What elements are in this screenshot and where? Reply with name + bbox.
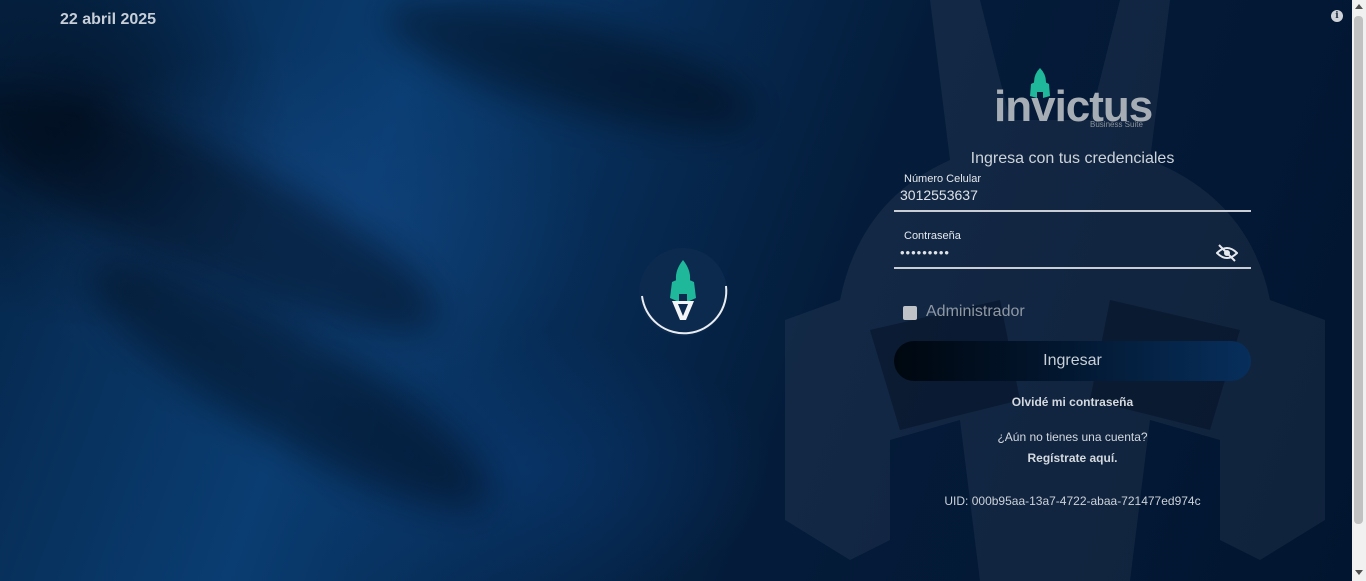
scrollbar[interactable] [1352, 0, 1366, 581]
phone-underline [894, 210, 1251, 212]
device-uid: UID: 000b95aa-13a7-4722-abaa-721477ed974… [944, 494, 1201, 508]
password-underline [894, 267, 1251, 269]
scrollbar-thumb[interactable] [1354, 16, 1363, 524]
phone-input[interactable]: 3012553637 [900, 187, 978, 203]
brand-logo: invictus Business Suite [994, 66, 1154, 131]
password-label: Contraseña [904, 230, 961, 242]
scroll-up-arrow-icon[interactable] [1355, 4, 1363, 9]
login-button[interactable]: Ingresar [894, 341, 1251, 381]
scroll-down-arrow-icon[interactable] [1355, 570, 1363, 575]
register-link[interactable]: Regístrate aquí. [894, 451, 1251, 465]
current-date: 22 abril 2025 [60, 11, 157, 28]
admin-checkbox[interactable] [903, 306, 917, 320]
no-account-text: ¿Aún no tienes una cuenta? [997, 430, 1148, 444]
background-streak [374, 0, 766, 158]
phone-label: Número Celular [904, 173, 982, 185]
login-subtitle: Ingresa con tus credenciales [970, 150, 1175, 167]
brand-tagline: Business Suite [1090, 120, 1143, 129]
eye-off-icon[interactable] [1216, 243, 1238, 263]
info-icon[interactable]: i [1331, 10, 1343, 22]
forgot-password-link[interactable]: Olvidé mi contraseña [894, 395, 1251, 409]
admin-checkbox-label: Administrador [926, 303, 1025, 320]
password-input[interactable]: ••••••••• [900, 245, 950, 260]
spartan-helmet-icon [639, 248, 728, 336]
